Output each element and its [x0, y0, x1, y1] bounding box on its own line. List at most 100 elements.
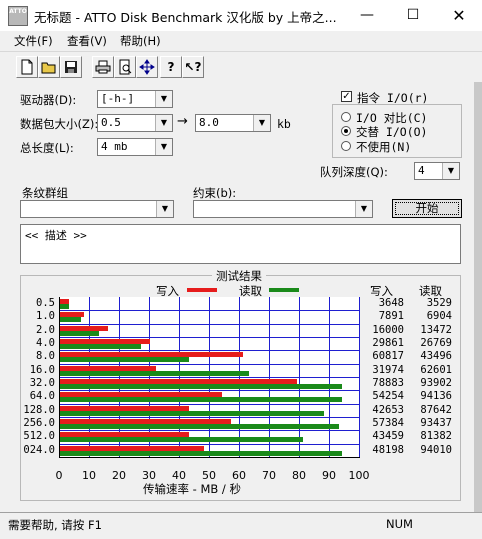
- read-bar: [60, 317, 81, 323]
- open-icon[interactable]: [38, 56, 60, 78]
- window-title: 无标题 - ATTO Disk Benchmark 汉化版 by 上帝之...: [34, 10, 337, 25]
- write-speed-value: 48198: [372, 443, 404, 456]
- menu-help[interactable]: 帮助(H): [120, 33, 161, 49]
- read-bar: [60, 344, 141, 349]
- x-tick-label: 70: [262, 469, 276, 482]
- transfer-size-unit: kb: [277, 117, 291, 131]
- legend-read-swatch: [269, 288, 299, 292]
- write-speed-value: 54254: [372, 390, 404, 403]
- transfer-size-to-select[interactable]: 8.0 ▼: [195, 114, 271, 132]
- drive-select[interactable]: [-h-] ▼: [97, 90, 173, 108]
- new-icon[interactable]: [16, 56, 38, 78]
- constraint-label: 约束(b):: [193, 186, 237, 200]
- neither-radio[interactable]: [341, 141, 351, 151]
- block-size-label: 4.0: [36, 337, 55, 349]
- drive-label: 驱动器(D):: [20, 93, 77, 107]
- read-speed-value: 62601: [420, 363, 452, 376]
- total-length-select[interactable]: 4 mb ▼: [97, 138, 173, 156]
- stripe-group-label: 条纹群组: [22, 186, 68, 200]
- block-size-label: 8.0: [36, 350, 55, 363]
- block-size-label: 2.0: [36, 323, 55, 336]
- chevron-down-icon[interactable]: ▼: [156, 201, 173, 217]
- read-speed-value: 87642: [420, 403, 452, 416]
- chart-row-line: [60, 417, 360, 418]
- x-tick-label: 80: [292, 469, 306, 482]
- description-text: << 描述 >>: [25, 229, 87, 242]
- write-speed-value: 43459: [372, 430, 404, 443]
- chart-row-line: [60, 390, 360, 391]
- chart-plot-area: [59, 297, 360, 458]
- legend-write-swatch: [187, 288, 217, 292]
- read-speed-value: 3529: [426, 297, 452, 309]
- overlapped-io-label: 交替 I/O(O): [356, 125, 428, 139]
- x-tick-label: 100: [348, 469, 370, 482]
- chevron-down-icon[interactable]: ▼: [155, 139, 172, 155]
- write-speed-value: 29861: [372, 337, 404, 349]
- read-bar: [60, 330, 99, 336]
- write-speed-value: 42653: [372, 403, 404, 416]
- io-compare-radio[interactable]: [341, 112, 351, 122]
- block-size-label: 024.0: [23, 443, 55, 456]
- read-bar: [60, 304, 69, 309]
- read-speed-value: 13472: [420, 323, 452, 336]
- chevron-down-icon[interactable]: ▼: [442, 163, 459, 179]
- write-speed-value: 3648: [378, 297, 404, 309]
- block-size-label: 16.0: [29, 363, 55, 376]
- description-field[interactable]: << 描述 >>: [20, 224, 461, 264]
- read-bar: [60, 424, 339, 429]
- overlapped-io-radio[interactable]: [341, 126, 351, 136]
- menu-view[interactable]: 查看(V): [67, 33, 107, 49]
- chart-row-line: [60, 337, 360, 338]
- transfer-size-to-value: 8.0: [199, 116, 219, 129]
- minimize-icon[interactable]: —: [344, 0, 390, 31]
- total-length-value: 4 mb: [101, 140, 128, 153]
- read-bar: [60, 450, 342, 456]
- neither-label: 不使用(N): [356, 140, 412, 154]
- move-icon[interactable]: [136, 56, 158, 78]
- read-speed-value: 43496: [420, 350, 452, 363]
- close-icon[interactable]: ✕: [436, 0, 482, 31]
- test-results-title: 测试结果: [212, 268, 266, 284]
- chevron-down-icon[interactable]: ▼: [253, 115, 270, 131]
- stripe-group-select[interactable]: ▼: [20, 200, 174, 218]
- read-speed-value: 6904: [426, 310, 452, 323]
- constraint-select[interactable]: ▼: [193, 200, 373, 218]
- transfer-size-from-select[interactable]: 0.5 ▼: [97, 114, 173, 132]
- read-bar: [60, 410, 324, 416]
- write-speed-value: 7891: [378, 310, 404, 323]
- chart-row-line: [60, 310, 360, 311]
- x-tick-label: 10: [82, 469, 96, 482]
- menu-file[interactable]: 文件(F): [14, 33, 53, 49]
- total-length-label: 总长度(L):: [20, 141, 74, 155]
- start-button[interactable]: 开始: [392, 199, 462, 218]
- transfer-size-label: 数据包大小(Z):: [20, 117, 99, 131]
- write-speed-value: 57384: [372, 417, 404, 429]
- context-help-icon[interactable]: ↖?: [182, 56, 204, 78]
- chevron-down-icon[interactable]: ▼: [355, 201, 372, 217]
- block-size-label: 256.0: [23, 417, 55, 429]
- chart-row-line: [60, 430, 360, 431]
- help-icon[interactable]: ?: [160, 56, 182, 78]
- maximize-icon[interactable]: ☐: [390, 0, 436, 31]
- x-tick-label: 0: [55, 469, 63, 482]
- chevron-down-icon[interactable]: ▼: [155, 115, 172, 131]
- read-bar: [60, 437, 303, 443]
- direct-io-checkbox[interactable]: ✓: [341, 91, 352, 102]
- print-icon[interactable]: [92, 56, 114, 78]
- block-size-label: 128.0: [23, 403, 55, 416]
- read-bar: [60, 397, 342, 403]
- chart-row-line: [60, 350, 360, 351]
- save-icon[interactable]: [60, 56, 82, 78]
- queue-depth-value: 4: [418, 164, 425, 177]
- queue-depth-select[interactable]: 4 ▼: [414, 162, 460, 180]
- drive-value: [-h-]: [101, 92, 135, 105]
- read-speed-value: 26769: [420, 337, 452, 349]
- print-preview-icon[interactable]: [114, 56, 136, 78]
- read-bar: [60, 357, 189, 363]
- write-speed-value: 16000: [372, 323, 404, 336]
- read-speed-value: 94010: [420, 443, 452, 456]
- read-speed-value: 93437: [420, 417, 452, 429]
- window-edge: [474, 82, 482, 512]
- chevron-down-icon[interactable]: ▼: [155, 91, 172, 107]
- read-speed-value: 93902: [420, 377, 452, 389]
